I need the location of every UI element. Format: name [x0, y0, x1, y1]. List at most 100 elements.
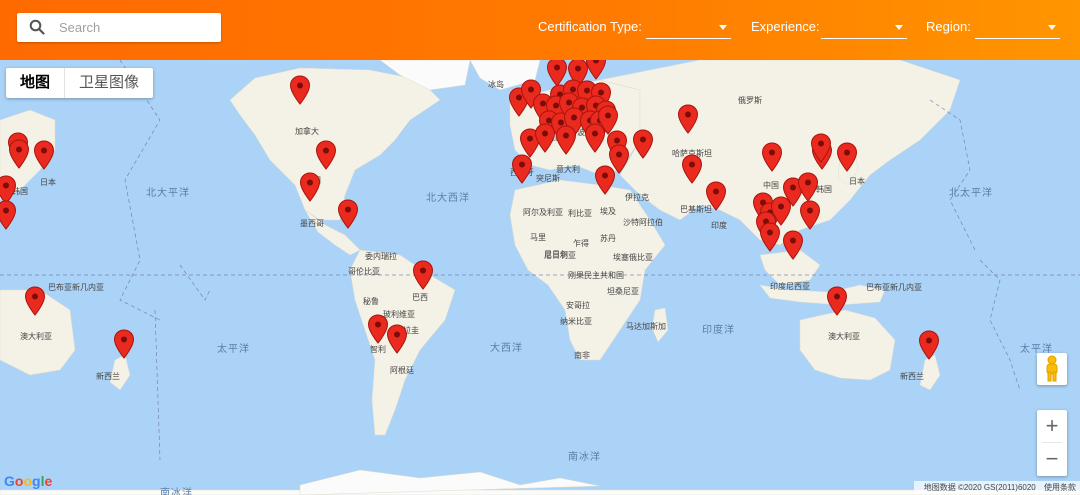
country-label: 纳米比亚	[560, 317, 592, 326]
country-label: 苏丹	[600, 234, 616, 243]
map-pin-icon[interactable]	[782, 230, 804, 260]
zoom-in-button[interactable]: +	[1037, 410, 1067, 442]
country-label: 坦桑尼亚	[607, 287, 639, 296]
dropdown-caret-icon	[895, 25, 903, 30]
map-pin-icon[interactable]	[289, 75, 311, 105]
map-pin-icon[interactable]	[761, 142, 783, 172]
country-label: 沙特阿拉伯	[623, 218, 663, 227]
zoom-out-button[interactable]: −	[1037, 443, 1067, 475]
map-pin-icon[interactable]	[511, 154, 533, 184]
map-pin-icon[interactable]	[337, 199, 359, 229]
country-label: 智利	[370, 345, 386, 354]
country-label: 埃塞俄比亚	[613, 253, 653, 262]
map-type-map-button[interactable]: 地图	[6, 68, 66, 98]
street-view-pegman[interactable]	[1037, 353, 1067, 385]
map-pin-icon[interactable]	[705, 181, 727, 211]
ocean-label: 北太平洋	[949, 188, 993, 199]
country-label: 秘鲁	[363, 297, 379, 306]
country-label: 印度尼西亚	[770, 282, 810, 291]
country-label: 冰岛	[488, 80, 504, 89]
region-label: Region:	[926, 19, 971, 34]
pegman-icon	[1046, 355, 1058, 382]
map-type-satellite-button[interactable]: 卫星图像	[65, 68, 153, 98]
country-label: 阿根廷	[390, 366, 414, 375]
terms-link[interactable]: 使用条款	[1044, 483, 1076, 492]
map-pin-icon[interactable]	[315, 140, 337, 170]
country-label: 刚果民主共和国	[568, 271, 624, 280]
experience-label: Experience:	[751, 19, 820, 34]
world-map[interactable]: 地图 卫星图像 北大平洋 北大西洋 北太平洋 太平洋 大西洋 印度洋 太平洋 南…	[0, 60, 1080, 495]
ocean-label: 北大西洋	[426, 193, 470, 204]
dropdown-caret-icon	[1048, 25, 1056, 30]
country-label: 埃及	[600, 207, 616, 216]
map-pin-icon[interactable]	[8, 139, 30, 169]
map-pin-icon[interactable]	[677, 104, 699, 134]
country-label: 委内瑞拉	[365, 252, 397, 261]
top-bar: Certification Type: Experience: Region:	[0, 0, 1080, 60]
map-type-control: 地图 卫星图像	[6, 68, 154, 98]
country-label: 巴西	[412, 293, 428, 302]
country-label: 印度	[711, 221, 727, 230]
map-pin-icon[interactable]	[555, 125, 577, 155]
country-label: 尼日利亚	[544, 251, 576, 260]
certification-type-select[interactable]	[646, 18, 731, 39]
country-label: 新西兰	[96, 372, 120, 381]
map-pin-icon[interactable]	[24, 286, 46, 316]
map-pin-icon[interactable]	[681, 154, 703, 184]
map-pin-icon[interactable]	[113, 329, 135, 359]
region-select[interactable]	[975, 18, 1060, 39]
search-input[interactable]	[59, 18, 209, 36]
map-pin-icon[interactable]	[412, 260, 434, 290]
country-label: 澳大利亚	[20, 332, 52, 341]
country-label: 日本	[40, 178, 56, 187]
map-attribution: 地图数据 ©2020 GS(2011)6020 使用条款	[913, 481, 1080, 494]
country-label: 巴布亚新几内亚	[48, 283, 104, 292]
map-pin-icon[interactable]	[797, 172, 819, 202]
ocean-label: 大西洋	[490, 343, 523, 354]
map-pin-icon[interactable]	[0, 200, 17, 230]
country-label: 马里	[530, 233, 546, 242]
map-pin-icon[interactable]	[534, 123, 556, 153]
country-label: 安哥拉	[566, 301, 590, 310]
map-pin-icon[interactable]	[759, 222, 781, 252]
ocean-label: 印度洋	[702, 325, 735, 336]
map-pin-icon[interactable]	[608, 144, 630, 174]
ocean-label: 南冰洋	[160, 488, 193, 495]
country-label: 马达加斯加	[626, 322, 666, 331]
map-pin-icon[interactable]	[33, 140, 55, 170]
country-label: 中国	[763, 181, 779, 190]
map-pin-icon[interactable]	[584, 123, 606, 153]
map-pin-icon[interactable]	[632, 129, 654, 159]
experience-select[interactable]	[821, 18, 907, 39]
map-pin-icon[interactable]	[826, 286, 848, 316]
country-label: 哥伦比亚	[348, 267, 380, 276]
country-label: 意大利	[556, 165, 580, 174]
map-pin-icon[interactable]	[918, 330, 940, 360]
country-label: 伊拉克	[625, 193, 649, 202]
country-label: 日本	[849, 177, 865, 186]
country-label: 墨西哥	[300, 219, 324, 228]
search-box[interactable]	[17, 13, 221, 42]
ocean-label: 南冰洋	[568, 452, 601, 463]
map-pin-icon[interactable]	[836, 142, 858, 172]
ocean-label: 太平洋	[217, 344, 250, 355]
country-label: 乍得	[573, 239, 589, 248]
country-label: 阿尔及利亚	[523, 208, 563, 217]
map-pin-icon[interactable]	[299, 172, 321, 202]
country-label: 新西兰	[900, 372, 924, 381]
ocean-label: 北大平洋	[146, 188, 190, 199]
map-pin-icon[interactable]	[810, 133, 832, 163]
google-logo[interactable]: Google	[4, 473, 52, 489]
country-label: 俄罗斯	[738, 96, 762, 105]
certification-type-label: Certification Type:	[538, 19, 642, 34]
attribution-data: 地图数据 ©2020 GS(2011)6020	[923, 483, 1036, 492]
dropdown-caret-icon	[719, 25, 727, 30]
map-pin-icon[interactable]	[386, 324, 408, 354]
country-label: 加拿大	[295, 127, 319, 136]
country-label: 澳大利亚	[828, 332, 860, 341]
search-icon	[29, 19, 45, 40]
country-label: 利比亚	[568, 209, 592, 218]
zoom-control: + −	[1037, 410, 1067, 476]
country-label: 南非	[574, 351, 590, 360]
map-pin-icon[interactable]	[799, 200, 821, 230]
